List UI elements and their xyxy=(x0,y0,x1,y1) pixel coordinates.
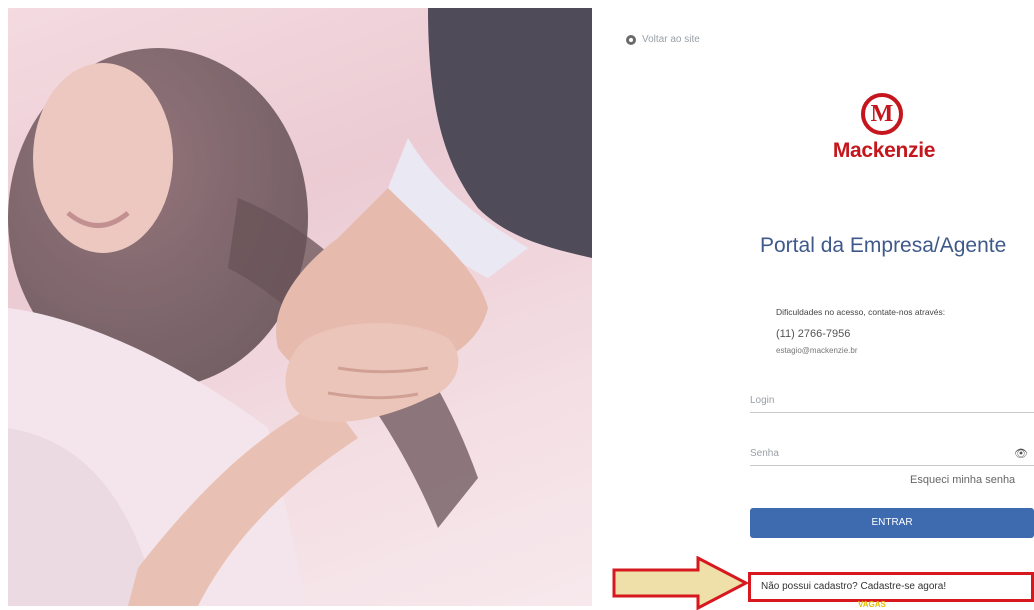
contact-phone: (11) 2766-7956 xyxy=(776,328,851,340)
forgot-password-link[interactable]: Esqueci minha senha xyxy=(910,474,1015,486)
back-link-label: Voltar ao site xyxy=(642,34,700,45)
login-placeholder: Login xyxy=(750,395,775,406)
mackenzie-logo-icon: M xyxy=(861,93,903,135)
arrow-annotation-icon xyxy=(612,556,748,610)
login-input[interactable]: Login xyxy=(750,390,1034,413)
brand-name: Mackenzie xyxy=(832,139,936,162)
contact-info: Dificuldades no acesso, contate-nos atra… xyxy=(776,307,945,355)
eye-icon[interactable]: 👁 xyxy=(1014,443,1028,465)
back-circle-icon xyxy=(626,34,636,45)
password-input[interactable]: Senha 👁 xyxy=(750,443,1034,466)
password-placeholder: Senha xyxy=(750,448,779,459)
handshake-illustration xyxy=(8,8,592,606)
page-title: Portal da Empresa/Agente xyxy=(760,234,1007,257)
back-to-site-link[interactable]: Voltar ao site xyxy=(626,34,700,45)
login-panel: Voltar ao site M Mackenzie Portal da Emp… xyxy=(600,0,1034,609)
footer-logo: VAGAS xyxy=(858,600,886,609)
contact-email: estagio@mackenzie.br xyxy=(776,346,858,355)
contact-intro: Dificuldades no acesso, contate-nos atra… xyxy=(776,307,946,317)
register-link[interactable]: Não possui cadastro? Cadastre-se agora! xyxy=(748,572,1034,602)
hero-image xyxy=(8,8,592,606)
submit-button[interactable]: ENTRAR xyxy=(750,508,1034,538)
